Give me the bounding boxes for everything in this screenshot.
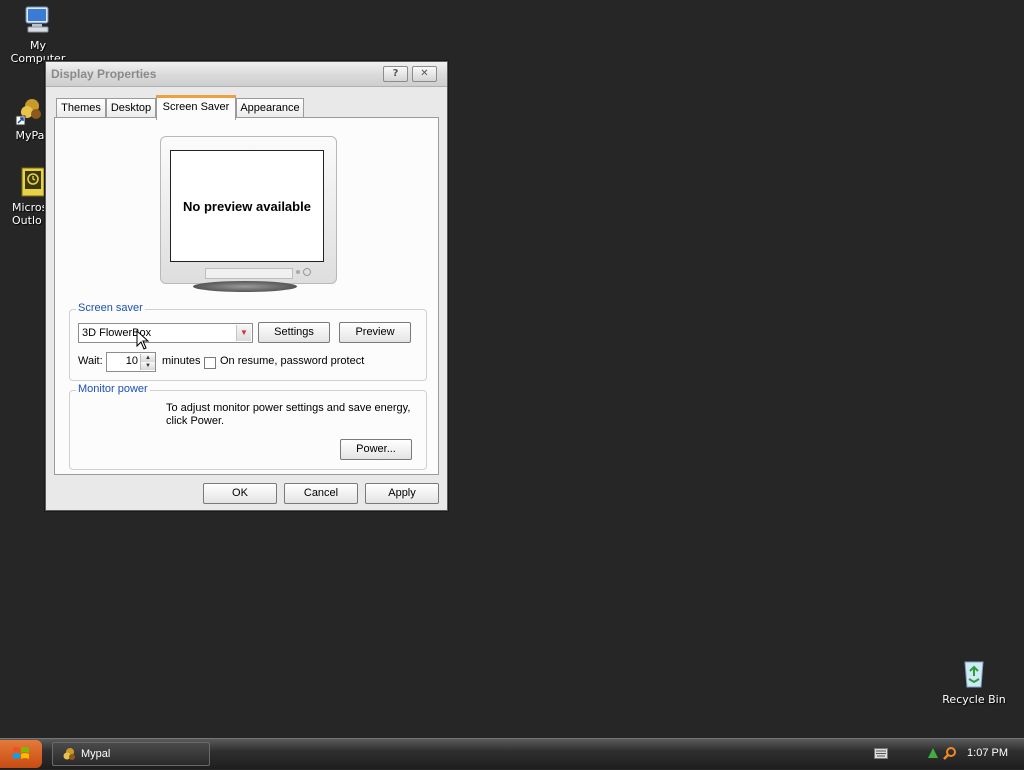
tab-themes[interactable]: Themes [56,98,106,117]
apply-button[interactable]: Apply [365,483,439,504]
desktop-icon-recycle-bin[interactable]: Recycle Bin [938,658,1010,706]
preview-button[interactable]: Preview [339,322,411,343]
windows-logo-icon [12,746,30,762]
display-properties-window: Display Properties ? ✕ Themes Desktop Sc… [45,61,448,511]
mypal-task-icon [61,746,77,762]
screen-saver-panel: No preview available Screen saver 3D Flo… [54,117,439,475]
monitor-panel-slot [205,268,293,279]
taskbar-button-mypal[interactable]: Mypal [52,742,210,766]
cancel-button[interactable]: Cancel [284,483,358,504]
keyboard-icon[interactable] [874,748,888,759]
screen-saver-group: Screen saver 3D FlowerBox ▼ Settings Pre… [69,302,427,381]
no-preview-text: No preview available [183,199,311,214]
minutes-label: minutes [162,355,201,367]
monitor-power-group-label: Monitor power [76,383,150,395]
preview-screen: No preview available [170,150,324,262]
spin-down-icon[interactable]: ▼ [140,362,155,370]
monitor-preview: No preview available [160,136,337,284]
mypal-icon [14,94,46,126]
desktop-icon-label: Recycle Bin [942,693,1006,706]
wait-stepper[interactable]: 10 ▲ ▼ [106,352,156,372]
outlook-icon [16,166,48,198]
start-button[interactable] [0,740,42,768]
tab-desktop[interactable]: Desktop [106,98,156,117]
monitor-stand [193,281,297,292]
wait-label: Wait: [78,355,103,367]
tab-screen-saver[interactable]: Screen Saver [156,95,236,120]
my-computer-icon [22,4,54,36]
search-icon[interactable] [943,746,957,760]
spin-up-icon[interactable]: ▲ [140,354,155,362]
settings-button[interactable]: Settings [258,322,330,343]
taskbar-button-label: Mypal [81,748,111,760]
wait-value: 10 [125,355,138,367]
taskbar: Mypal 1:07 PM [0,738,1024,769]
window-title: Display Properties [51,67,157,81]
ok-button[interactable]: OK [203,483,277,504]
help-button[interactable]: ? [383,66,408,82]
monitor-power-group: Monitor power To adjust monitor power se… [69,383,427,470]
power-button[interactable]: Power... [340,439,412,460]
close-button[interactable]: ✕ [412,66,437,82]
password-protect-label[interactable]: On resume, password protect [220,355,364,367]
mouse-cursor-icon [136,329,150,350]
monitor-power-description: To adjust monitor power settings and sav… [166,402,411,427]
password-protect-checkbox[interactable] [204,357,216,369]
system-clock[interactable]: 1:07 PM [967,747,1008,759]
recycle-bin-icon [958,658,990,690]
monitor-power-icon [303,268,311,276]
tab-appearance[interactable]: Appearance [236,98,304,117]
chevron-down-icon[interactable]: ▼ [236,325,251,341]
desktop-icon-my-computer[interactable]: My Computer [2,4,74,65]
screen-saver-group-label: Screen saver [76,302,145,314]
network-icon[interactable] [926,746,940,760]
title-bar[interactable]: Display Properties ? ✕ [46,62,447,87]
monitor-led-icon [296,270,300,274]
screen-saver-select[interactable]: 3D FlowerBox ▼ [78,323,253,343]
